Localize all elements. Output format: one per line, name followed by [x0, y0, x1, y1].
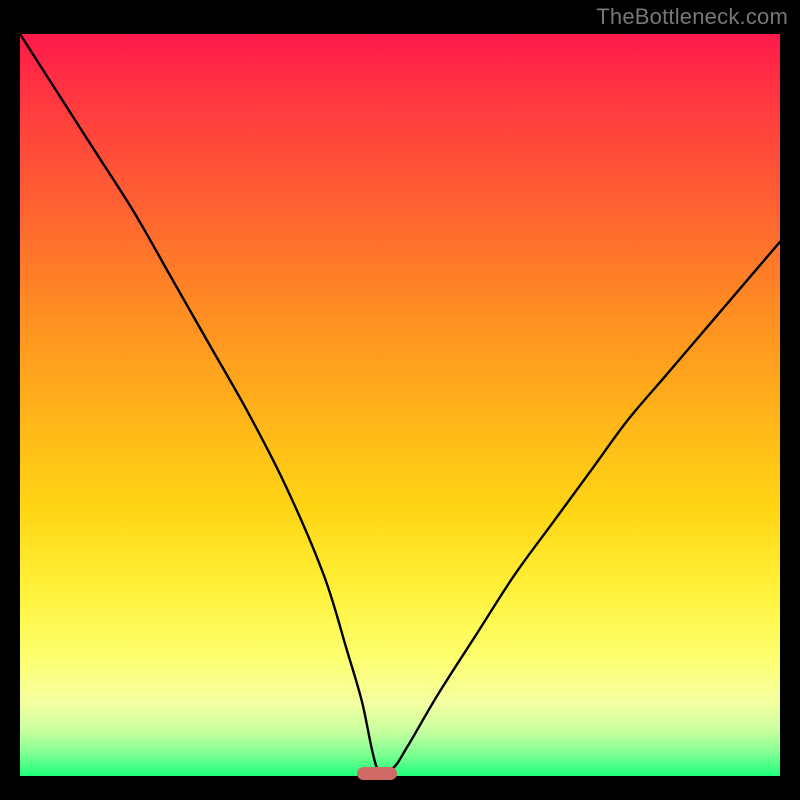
frame: TheBottleneck.com	[0, 0, 800, 800]
optimal-marker	[357, 767, 397, 780]
plot-area	[20, 34, 780, 776]
curve-path	[20, 34, 780, 774]
bottleneck-curve	[20, 34, 780, 776]
attribution-text: TheBottleneck.com	[596, 4, 788, 30]
